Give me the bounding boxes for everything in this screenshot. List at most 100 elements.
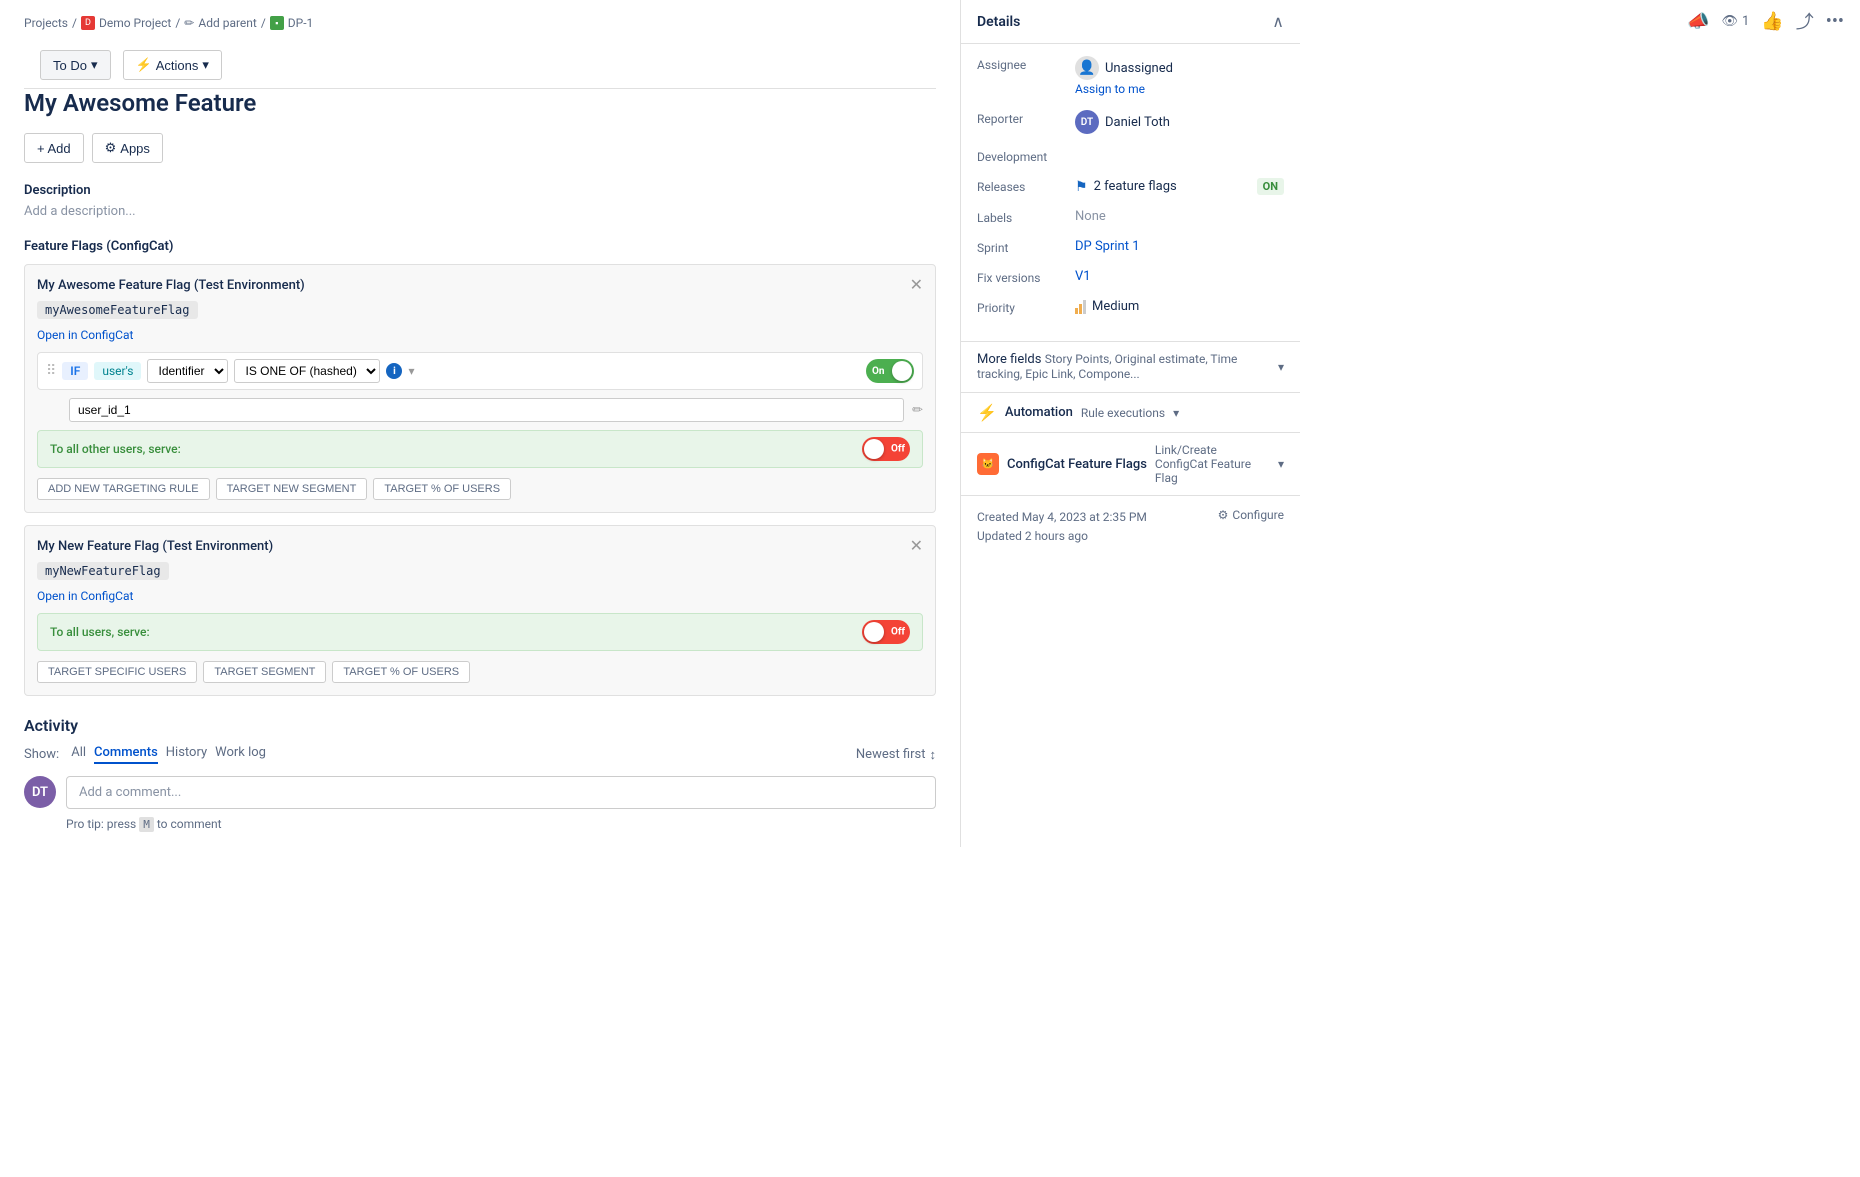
value-input[interactable]: user_id_1 (69, 398, 904, 422)
collapse-details-btn[interactable]: ∧ (1272, 12, 1284, 31)
breadcrumb-add-parent[interactable]: Add parent (198, 16, 256, 30)
bell-icon[interactable]: 📣 (1687, 11, 1709, 32)
target-specific-users-btn[interactable]: TARGET SPECIFIC USERS (37, 661, 197, 683)
labels-label: Labels (977, 209, 1067, 225)
flag-card-2-badge: myNewFeatureFlag (37, 562, 169, 580)
right-panel: Details ∧ Assignee 👤 Unassigned Assign t… (960, 0, 1300, 847)
user-avatar: DT (24, 776, 56, 808)
releases-value: ⚑ 2 feature flags ON (1075, 178, 1284, 195)
flag-card-1-open-link[interactable]: Open in ConfigCat (37, 328, 133, 342)
priority-value: Medium (1075, 299, 1284, 314)
condition-select[interactable]: IS ONE OF (hashed) (234, 359, 380, 383)
user-badge: user's (94, 362, 141, 380)
assign-me-link[interactable]: Assign to me (1075, 82, 1284, 96)
share-icon[interactable]: ⤴ (1796, 8, 1814, 34)
gear-configure-icon: ⚙ (1218, 508, 1229, 522)
target-percent-btn[interactable]: TARGET % OF USERS (373, 478, 511, 500)
more-fields-row[interactable]: More fields Story Points, Original estim… (961, 341, 1300, 392)
tab-worklog[interactable]: Work log (215, 745, 266, 764)
more-icon[interactable]: ••• (1826, 11, 1844, 32)
breadcrumb-issue-id[interactable]: DP-1 (288, 16, 314, 30)
chevron-down-icon-actions: ▾ (202, 57, 209, 73)
configure-btn[interactable]: ⚙ Configure (1218, 508, 1284, 522)
flag-card-1: My Awesome Feature Flag (Test Environmen… (24, 264, 936, 513)
activity-tabs: All Comments History Work log (71, 745, 266, 764)
drag-handle-icon[interactable]: ⠿ (46, 363, 56, 379)
breadcrumb-projects[interactable]: Projects (24, 16, 68, 30)
apps-button[interactable]: ⚙ DP-1 Apps (92, 133, 163, 163)
action-row: + Add ⚙ DP-1 Apps (24, 133, 936, 163)
gear-icon: ⚙ (105, 140, 117, 156)
tab-comments[interactable]: Comments (94, 745, 158, 764)
flag-card-2: My New Feature Flag (Test Environment) ✕… (24, 525, 936, 696)
flag-card-1-close[interactable]: ✕ (910, 277, 923, 293)
fix-versions-label: Fix versions (977, 269, 1067, 285)
lightning-icon-auto: ⚡ (977, 403, 997, 422)
releases-row: Releases ⚑ 2 feature flags ON (977, 178, 1284, 195)
automation-chevron: ▾ (1173, 406, 1179, 420)
flag-1-rule-buttons: ADD NEW TARGETING RULE TARGET NEW SEGMEN… (37, 478, 923, 500)
fix-versions-row: Fix versions V1 (977, 269, 1284, 285)
like-icon[interactable]: 👍 (1761, 11, 1783, 32)
fix-versions-value[interactable]: V1 (1075, 269, 1284, 284)
rule-exec-text: Rule executions (1081, 406, 1165, 420)
footer-meta: Created May 4, 2023 at 2:35 PM Updated 2… (977, 508, 1147, 546)
pro-tip: Pro tip: press M to comment (66, 817, 936, 831)
all-users-text: To all other users, serve: (50, 442, 854, 456)
pro-tip-key: M (139, 817, 154, 832)
flag-card-1-title: My Awesome Feature Flag (Test Environmen… (37, 278, 305, 293)
eye-icon: 👁 (1722, 14, 1739, 29)
breadcrumb-pencil-icon: ✏ (184, 16, 194, 30)
unassigned-icon: 👤 (1075, 56, 1099, 80)
target-new-segment-btn[interactable]: TARGET NEW SEGMENT (216, 478, 368, 500)
demo-project-icon: D (81, 16, 95, 30)
automation-row[interactable]: ⚡ Automation Rule executions ▾ (961, 392, 1300, 432)
status-bar: To Do ▾ ⚡ Actions ▾ (24, 42, 936, 89)
feature-flags-section: Feature Flags (ConfigCat) My Awesome Fea… (24, 239, 936, 696)
tab-history[interactable]: History (166, 745, 207, 764)
flag-2-all-users-text: To all users, serve: (50, 625, 854, 639)
view-count: 👁 1 (1722, 14, 1750, 29)
feature-flags-title: Feature Flags (ConfigCat) (24, 239, 936, 254)
status-dropdown[interactable]: To Do ▾ (40, 50, 111, 80)
flag-2-rule-buttons: TARGET SPECIFIC USERS TARGET SEGMENT TAR… (37, 661, 923, 683)
flag-1-toggle[interactable]: On (866, 359, 914, 383)
activity-title: Activity (24, 716, 936, 735)
details-header: Details ∧ (961, 0, 1300, 44)
value-input-row: user_id_1 ✏ (69, 398, 923, 422)
sort-icon: ↕ (930, 747, 937, 763)
newest-sort-btn[interactable]: Newest first ↕ (856, 747, 936, 763)
flag-card-2-close[interactable]: ✕ (910, 538, 923, 554)
panel-footer: Created May 4, 2023 at 2:35 PM Updated 2… (961, 495, 1300, 558)
all-users-toggle[interactable]: Off (862, 437, 910, 461)
add-button[interactable]: + Add (24, 133, 84, 163)
reporter-row: Reporter DT Daniel Toth (977, 110, 1284, 134)
labels-row: Labels None (977, 209, 1284, 225)
actions-dropdown[interactable]: ⚡ Actions ▾ (123, 50, 222, 80)
target-percent-2-btn[interactable]: TARGET % OF USERS (332, 661, 470, 683)
sprint-value[interactable]: DP Sprint 1 (1075, 239, 1284, 254)
edit-icon[interactable]: ✏ (912, 403, 923, 418)
description-placeholder[interactable]: Add a description... (24, 204, 936, 219)
flag-card-2-open-link[interactable]: Open in ConfigCat (37, 589, 133, 603)
configcat-row[interactable]: 🐱 ConfigCat Feature Flags Link/Create Co… (961, 432, 1300, 495)
labels-value: None (1075, 209, 1284, 224)
configcat-logo: 🐱 (977, 453, 999, 475)
priority-icon (1075, 300, 1086, 314)
reporter-value: DT Daniel Toth (1075, 110, 1284, 134)
page-title: My Awesome Feature (24, 89, 936, 117)
tab-all[interactable]: All (71, 745, 86, 764)
details-title: Details (977, 14, 1020, 30)
toggle-on[interactable]: On (866, 359, 914, 383)
add-targeting-rule-btn[interactable]: ADD NEW TARGETING RULE (37, 478, 210, 500)
details-grid: Assignee 👤 Unassigned Assign to me Repor… (961, 44, 1300, 341)
description-label: Description (24, 183, 936, 198)
comment-input[interactable]: Add a comment... (66, 776, 936, 809)
breadcrumb-demo-project[interactable]: Demo Project (99, 16, 171, 30)
target-segment-btn[interactable]: TARGET SEGMENT (203, 661, 326, 683)
releases-label: Releases (977, 178, 1067, 194)
flag-2-toggle[interactable]: Off (862, 620, 910, 644)
more-fields-chevron: ▾ (1278, 360, 1284, 374)
identifier-select[interactable]: Identifier (147, 359, 228, 383)
sprint-label: Sprint (977, 239, 1067, 255)
